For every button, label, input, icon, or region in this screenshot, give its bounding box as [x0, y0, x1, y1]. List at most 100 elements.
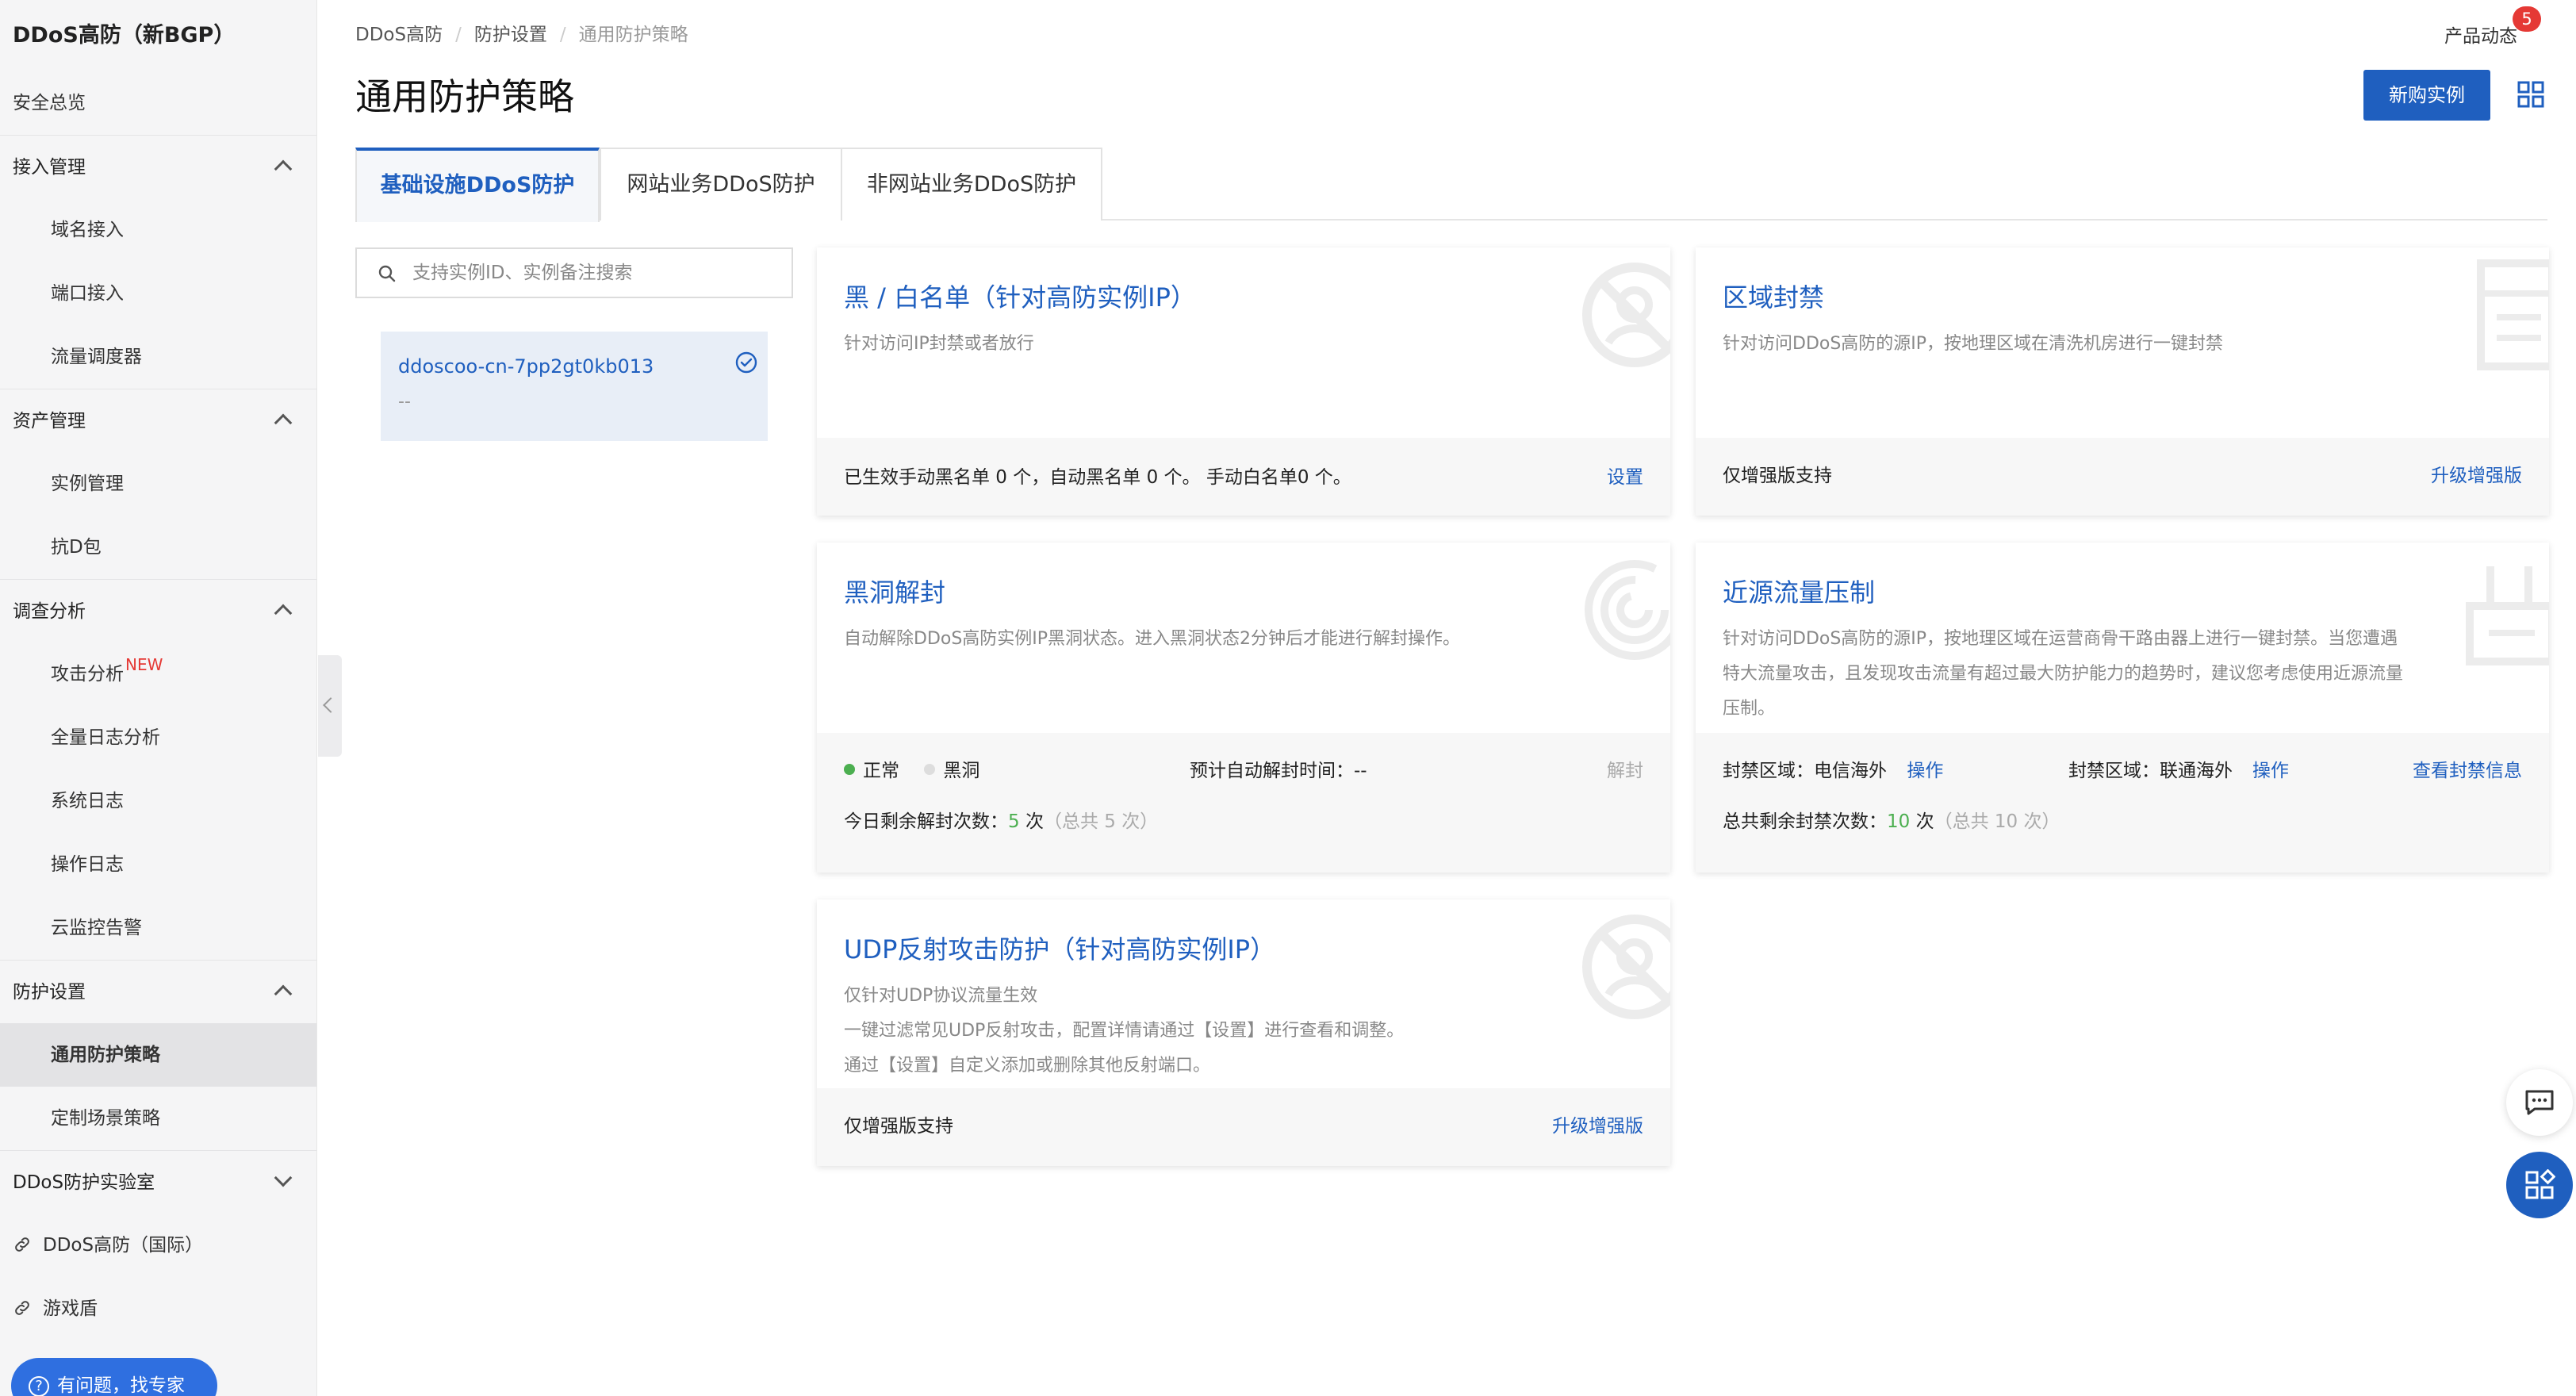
- sidebar-item-overview[interactable]: 安全总览: [0, 71, 316, 135]
- router-icon: [2466, 566, 2549, 665]
- help-expert-label: 有问题，找专家: [57, 1375, 185, 1396]
- desc-line: 一键过滤常见UDP反射攻击，配置详情请通过【设置】进行查看和调整。: [844, 1021, 1405, 1041]
- breadcrumb-item[interactable]: 防护设置: [474, 25, 547, 45]
- remain-unit: 次: [1025, 811, 1044, 832]
- sidebar-link-game-shield[interactable]: 游戏盾: [0, 1277, 316, 1340]
- help-expert-button[interactable]: ? 有问题，找专家: [11, 1358, 217, 1396]
- sidebar-link-intl[interactable]: DDoS高防（国际）: [0, 1214, 316, 1277]
- chevron-up-icon: [274, 159, 293, 178]
- sidebar-group-label: DDoS防护实验室: [13, 1172, 155, 1193]
- remain-value: 10: [1887, 811, 1911, 832]
- area2-label: 封禁区域：联通海外: [2068, 761, 2233, 781]
- footer-row: 今日剩余解封次数：5 次（总共 5 次）: [844, 806, 1643, 838]
- sidebar-group-label: 资产管理: [13, 411, 86, 431]
- card-footer: 封禁区域：电信海外 操作 封禁区域：联通海外 操作 查看封禁信息 总共剩余封禁次…: [1696, 733, 2549, 872]
- card-title: 黑洞解封: [844, 577, 946, 608]
- upgrade-link[interactable]: 升级增强版: [2431, 460, 2522, 492]
- card-blackhole: 黑洞解封 自动解除DDoS高防实例IP黑洞状态。进入黑洞状态2分钟后才能进行解封…: [817, 543, 1670, 872]
- buy-instance-button[interactable]: 新购实例: [2363, 70, 2490, 121]
- card-udp-reflection: UDP反射攻击防护（针对高防实例IP） 仅针对UDP协议流量生效 一键过滤常见U…: [817, 899, 1670, 1166]
- sidebar-item-port[interactable]: 端口接入: [0, 262, 316, 325]
- card-desc: 针对访问IP封禁或者放行: [844, 334, 1034, 354]
- sidebar-link-label: DDoS高防（国际）: [43, 1235, 204, 1256]
- no-user-icon: [1582, 263, 1670, 367]
- enhanced-only-note: 仅增强版支持: [844, 1116, 953, 1137]
- remain-unit: 次: [1915, 811, 1934, 832]
- feedback-float-button[interactable]: [2506, 1069, 2573, 1136]
- tab-infrastructure[interactable]: 基础设施DDoS防护: [355, 148, 600, 222]
- search-icon: [378, 265, 396, 282]
- chevron-down-icon: [274, 1168, 293, 1187]
- chevron-up-icon: [274, 604, 293, 623]
- sidebar-item-system-log[interactable]: 系统日志: [0, 769, 316, 833]
- remain-label: 总共剩余封禁次数：: [1723, 811, 1887, 832]
- unblock-button[interactable]: 解封: [1607, 755, 1643, 787]
- tab-non-website[interactable]: 非网站业务DDoS防护: [841, 148, 1102, 221]
- chevron-up-icon: [274, 413, 293, 432]
- card-footer: 已生效手动黑名单 0 个，自动黑名单 0 个。 手动白名单0 个。 设置: [817, 438, 1670, 516]
- footer-row: 仅增强版支持 升级增强版: [844, 1110, 1643, 1142]
- link-icon: [15, 1237, 29, 1252]
- sidebar-item-attack-analysis[interactable]: 攻击分析 NEW: [0, 642, 316, 706]
- remain-total: （总共 10 次）: [1934, 811, 2060, 832]
- footer-row: 仅增强版支持 升级增强版: [1723, 460, 2522, 492]
- instance-remark: --: [398, 392, 411, 412]
- apps-float-button[interactable]: [2506, 1152, 2573, 1218]
- news-count-badge: 5: [2513, 6, 2541, 32]
- green-dot-icon: [844, 764, 855, 775]
- sidebar-item-antid[interactable]: 抗D包: [0, 516, 316, 579]
- brand-title: DDoS高防（新BGP）: [13, 23, 236, 48]
- tab-website[interactable]: 网站业务DDoS防护: [600, 148, 842, 221]
- card-footer: 仅增强版支持 升级增强版: [817, 1088, 1670, 1166]
- product-news-link[interactable]: 产品动态: [2444, 21, 2517, 48]
- card-title: 近源流量压制: [1723, 577, 1876, 608]
- main-content: DDoS高防 / 防护设置 / 通用防护策略 通用防护策略 产品动态 5 新购实例 基础…: [355, 0, 2576, 1396]
- search-input[interactable]: [412, 249, 777, 297]
- link-icon: [15, 1301, 29, 1315]
- sidebar-collapse-handle[interactable]: [318, 655, 342, 757]
- grid-view-icon[interactable]: [2517, 81, 2544, 108]
- card-desc: 自动解除DDoS高防实例IP黑洞状态。进入黑洞状态2分钟后才能进行解封操作。: [844, 629, 1461, 649]
- sidebar-item-instances[interactable]: 实例管理: [0, 452, 316, 516]
- sidebar-group-assets[interactable]: 资产管理: [0, 389, 316, 452]
- area1-operate-link[interactable]: 操作: [1907, 761, 1943, 781]
- protection-tabs: 基础设施DDoS防护 网站业务DDoS防护 非网站业务DDoS防护: [355, 148, 2547, 222]
- sidebar-group-analysis[interactable]: 调查分析: [0, 579, 316, 642]
- sidebar-item-domain[interactable]: 域名接入: [0, 198, 316, 262]
- remain-label: 今日剩余解封次数：: [844, 811, 1008, 832]
- remain-value: 5: [1008, 811, 1020, 832]
- chevron-up-icon: [274, 984, 293, 1003]
- desc-line: 通过【设置】自定义添加或删除其他反射端口。: [844, 1056, 1211, 1076]
- card-title: 区域封禁: [1723, 282, 1825, 313]
- breadcrumb-current: 通用防护策略: [578, 25, 688, 45]
- legend-normal: 正常: [844, 761, 899, 781]
- instance-item[interactable]: ddoscoo-cn-7pp2gt0kb013 --: [381, 332, 768, 441]
- sidebar-item-general-policy[interactable]: 通用防护策略: [0, 1023, 316, 1087]
- sidebar-item-operation-log[interactable]: 操作日志: [0, 833, 316, 896]
- page-title: 通用防护策略: [355, 75, 574, 118]
- card-region-block: 区域封禁 针对访问DDoS高防的源IP，按地理区域在清洗机房进行一键封禁 仅增强…: [1696, 247, 2549, 516]
- sidebar-group-label: 接入管理: [13, 157, 86, 178]
- card-title: UDP反射攻击防护（针对高防实例IP）: [844, 934, 1276, 965]
- instance-id: ddoscoo-cn-7pp2gt0kb013: [398, 355, 654, 378]
- sidebar-item-full-log[interactable]: 全量日志分析: [0, 706, 316, 769]
- sidebar-group-access[interactable]: 接入管理: [0, 135, 316, 198]
- check-circle-icon: [735, 351, 757, 374]
- enhanced-only-note: 仅增强版支持: [1723, 466, 1832, 486]
- upgrade-link[interactable]: 升级增强版: [1552, 1110, 1643, 1142]
- card-footer: 仅增强版支持 升级增强版: [1696, 438, 2549, 516]
- view-block-info-link[interactable]: 查看封禁信息: [2413, 755, 2522, 787]
- sidebar-group-protection[interactable]: 防护设置: [0, 960, 316, 1023]
- card-footer: 正常 黑洞 预计自动解封时间：-- 解封 今日剩余解封次数：5 次（总共 5 次…: [817, 733, 1670, 872]
- sidebar: DDoS高防（新BGP） 安全总览 接入管理 域名接入 端口接入 流量调度器 资…: [0, 0, 317, 1396]
- sidebar-item-scheduler[interactable]: 流量调度器: [0, 325, 316, 389]
- area2-operate-link[interactable]: 操作: [2252, 755, 2289, 787]
- settings-link[interactable]: 设置: [1607, 462, 1643, 493]
- new-badge: NEW: [125, 655, 163, 674]
- sidebar-item-cloud-monitor[interactable]: 云监控告警: [0, 896, 316, 960]
- chat-icon: [2525, 1090, 2554, 1115]
- breadcrumb-item[interactable]: DDoS高防: [355, 25, 443, 45]
- sidebar-item-custom-policy[interactable]: 定制场景策略: [0, 1087, 316, 1150]
- breadcrumb: DDoS高防 / 防护设置 / 通用防护策略: [355, 25, 688, 45]
- sidebar-group-lab[interactable]: DDoS防护实验室: [0, 1150, 316, 1214]
